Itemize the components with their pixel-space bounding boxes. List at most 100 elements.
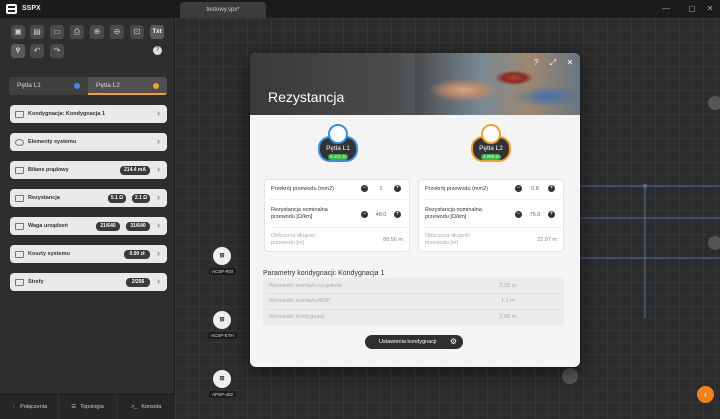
floor-settings-button[interactable]: Ustawienia kondygnacji ⚙ <box>365 335 463 349</box>
l1-resistance-badge: 5.1 Ω <box>108 194 126 203</box>
document-tab[interactable]: testowy.spx* <box>180 2 266 18</box>
l2-resistance-badge: 2.1 Ω <box>132 194 150 203</box>
loop-icon <box>481 124 501 144</box>
device-node-eth[interactable]: ⊞ <box>213 311 231 329</box>
increment-button[interactable]: + <box>394 185 401 192</box>
floor-params-title: Parametry kondygnacji: Kondygnacja 1 <box>263 270 385 277</box>
cross-section-value[interactable]: 1 <box>371 186 391 192</box>
loop-tab-l2[interactable]: Pętla L2 <box>88 77 167 95</box>
text-toggle-button[interactable]: Txt <box>150 25 164 39</box>
close-icon[interactable]: ✕ <box>565 58 575 68</box>
resistor-icon <box>15 194 24 202</box>
decrement-button[interactable]: − <box>515 211 522 218</box>
cross-section-label: Przekrój przewodu (mm2) <box>271 186 334 192</box>
gear-icon: ⚙ <box>449 337 457 346</box>
maximize-icon[interactable]: ▢ <box>686 3 698 15</box>
save-as-icon[interactable]: ▤ <box>30 25 44 39</box>
connections-icon: ⋮ <box>10 404 17 410</box>
menu-current-balance[interactable]: Bilans prądowy 214.4 mA › <box>10 161 167 179</box>
weight-icon <box>15 222 24 230</box>
device-label: APSP-402 <box>209 391 237 398</box>
loop-color-dot <box>74 83 80 89</box>
current-value-badge: 214.4 mA <box>120 166 150 175</box>
length-value: 22.87 m <box>537 237 557 243</box>
help-icon[interactable]: ? <box>531 58 541 68</box>
divider <box>269 227 407 228</box>
open-folder-icon[interactable]: ▭ <box>50 25 64 39</box>
menu-floor[interactable]: Kondygnacja: Kondygnacja 1 › <box>10 105 167 123</box>
loop-tab-label: Pętla L2 <box>96 82 120 89</box>
menu-label: Kondygnacja: Kondygnacja 1 <box>28 111 106 117</box>
chevron-right-icon: › <box>157 276 160 286</box>
length-label: Obliczona długość przewodu [m] <box>271 233 316 246</box>
fit-icon[interactable]: ⊡ <box>130 25 144 39</box>
redo-icon[interactable]: ↷ <box>50 44 64 58</box>
resistance-value[interactable]: 75.0 <box>525 212 545 218</box>
print-icon[interactable]: ⎙ <box>70 25 84 39</box>
zoom-out-icon[interactable]: ⊖ <box>110 25 124 39</box>
loop-resistance-value: 2.065 Ω <box>481 154 501 160</box>
menu-label: Elementy systemu <box>28 139 77 145</box>
menu-zones[interactable]: Strefy 2/256 › <box>10 273 167 291</box>
save-icon[interactable]: ▣ <box>11 25 25 39</box>
costs-value-badge: 0.00 zł <box>124 250 150 259</box>
undo-icon[interactable]: ↶ <box>30 44 44 58</box>
loop-name: Pętla L1 <box>326 145 350 152</box>
device-node-rsi[interactable]: ⊞ <box>213 247 231 265</box>
minimize-icon[interactable]: — <box>660 3 672 15</box>
divider <box>423 199 561 200</box>
param-value: 2.55 m <box>499 314 517 320</box>
cross-section-label: Przekrój przewodu (mm2) <box>425 186 488 192</box>
resistance-dialog: Rezystancja ? ⤢ ✕ Pętla L1 5.101 Ω Pętla… <box>250 53 580 367</box>
increment-button[interactable]: + <box>548 211 555 218</box>
menu-resistance[interactable]: Rezystancja 5.1 Ω 2.1 Ω › <box>10 189 167 207</box>
menu-system-costs[interactable]: Koszty systemu 0.00 zł › <box>10 245 167 263</box>
app-title: SSPX <box>22 5 41 12</box>
connections-label: Połączenia <box>20 404 48 410</box>
decrement-button[interactable]: − <box>515 185 522 192</box>
device-label: ACSP-ETH <box>208 332 237 339</box>
close-icon[interactable]: ✕ <box>704 3 716 15</box>
menu-device-weight[interactable]: Waga urządzeń 21/640 31/640 › <box>10 217 167 235</box>
param-label: Wysokość montażu czujników <box>269 283 343 289</box>
loop-tab-l1[interactable]: Pętla L1 <box>9 77 88 95</box>
zones-value-badge: 2/256 <box>126 278 150 287</box>
chevron-right-icon: › <box>157 136 160 146</box>
chevron-right-icon: › <box>157 164 160 174</box>
decrement-button[interactable]: − <box>361 211 368 218</box>
floor-params-table: Wysokość montażu czujników 2.55 m Wysoko… <box>263 278 564 326</box>
param-value: 2.55 m <box>499 283 517 289</box>
elements-icon <box>15 138 24 146</box>
cross-section-value[interactable]: 0.8 <box>525 186 545 192</box>
menu-system-elements[interactable]: Elementy systemu › <box>10 133 167 151</box>
zoom-in-icon[interactable]: ⊕ <box>90 25 104 39</box>
pin-icon[interactable]: ⚲ <box>11 44 25 58</box>
bottom-bar: ⋮ Połączenia ☰ Topologia >_ Konsola <box>0 394 175 419</box>
loop-color-dot <box>153 83 159 89</box>
loop-switcher: Pętla L1 Pętla L2 <box>9 77 167 95</box>
topology-button[interactable]: ☰ Topologia <box>59 395 118 419</box>
help-icon[interactable]: ? <box>153 46 162 55</box>
device-label: ACSP-RSI <box>209 268 237 275</box>
settings-label: Ustawienia kondygnacji <box>379 339 437 345</box>
loop-l2-params: Przekrój przewodu (mm2) − 0.8 + Rezystan… <box>418 179 564 252</box>
console-button[interactable]: >_ Konsola <box>117 395 175 419</box>
title-bar: SSPX testowy.spx* — ▢ ✕ <box>0 0 720 18</box>
console-icon: >_ <box>131 404 138 410</box>
decrement-button[interactable]: − <box>361 185 368 192</box>
expand-icon[interactable]: ⤢ <box>548 58 558 68</box>
divider <box>269 199 407 200</box>
divider <box>267 293 560 294</box>
app-logo-icon <box>6 4 17 14</box>
l1-weight-badge: 21/640 <box>96 222 120 231</box>
connections-button[interactable]: ⋮ Połączenia <box>0 395 59 419</box>
increment-button[interactable]: + <box>548 185 555 192</box>
expand-panel-button[interactable]: ‹ <box>697 386 714 403</box>
resistance-value[interactable]: 48.0 <box>371 212 391 218</box>
device-node-psu[interactable]: ⊞ <box>213 370 231 388</box>
increment-button[interactable]: + <box>394 211 401 218</box>
dialog-header: Rezystancja ? ⤢ ✕ <box>250 53 580 115</box>
chevron-right-icon: › <box>157 220 160 230</box>
loop-l1-params: Przekrój przewodu (mm2) − 1 + Rezystancj… <box>264 179 410 252</box>
divider <box>267 309 560 310</box>
